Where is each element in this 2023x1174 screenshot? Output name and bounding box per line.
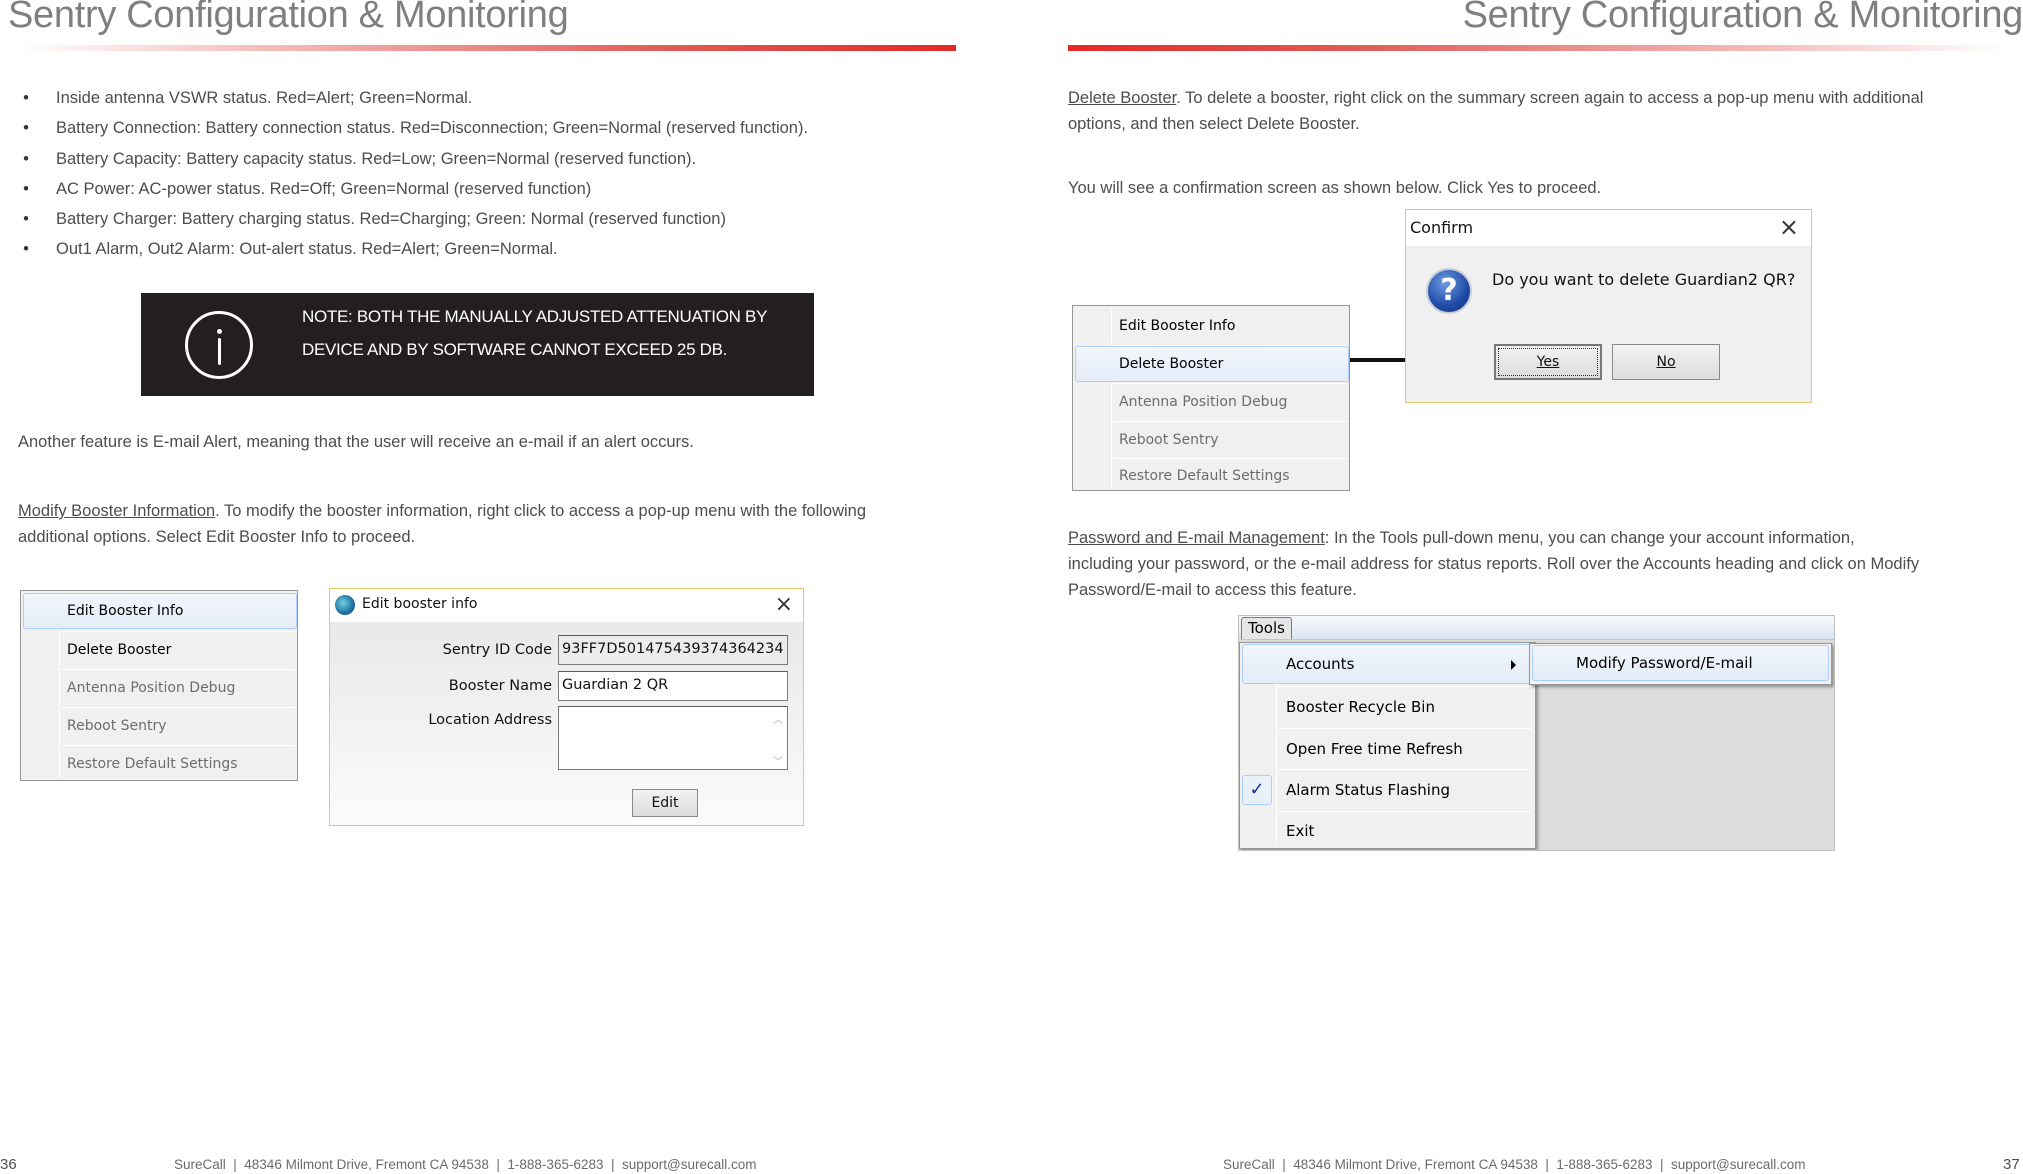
page-number-right: 37: [2003, 1156, 2020, 1173]
status-bullet-list: • Inside antenna VSWR status. Red=Alert; …: [20, 83, 950, 265]
wifi-app-icon: [335, 595, 355, 615]
bullet-dot-icon: •: [23, 89, 29, 107]
tools-menu-button[interactable]: Tools: [1241, 617, 1292, 639]
submenu-arrow-icon: [1511, 660, 1516, 670]
confirm-message: Do you want to delete Guardian2 QR?: [1492, 270, 1796, 289]
confirm-dialog: Confirm × ? Do you want to delete Guardi…: [1405, 209, 1812, 403]
dialog-titlebar: Edit booster info ×: [330, 589, 803, 622]
delete-booster-link[interactable]: Delete Booster: [1068, 89, 1176, 107]
bullet-dot-icon: •: [23, 179, 29, 198]
bullet-dot-icon: •: [23, 119, 29, 138]
edit-button[interactable]: Edit: [632, 789, 698, 817]
menu-item-restore-default-settings[interactable]: Restore Default Settings: [23, 746, 297, 782]
menu-item-edit-booster-info[interactable]: Edit Booster Info: [23, 593, 297, 629]
menu-item-restore-default-settings[interactable]: Restore Default Settings: [1075, 458, 1349, 494]
menu-item-reboot-sentry[interactable]: Reboot Sentry: [1075, 422, 1349, 458]
dialog-title: Confirm: [1410, 218, 1474, 237]
note-box: NOTE: BOTH THE MANUALLY ADJUSTED ATTENUA…: [141, 293, 814, 396]
bullet-dot-icon: •: [23, 149, 29, 168]
menu-item-reboot-sentry[interactable]: Reboot Sentry: [23, 708, 297, 744]
confirmation-paragraph: You will see a confirmation screen as sh…: [1068, 179, 1602, 197]
menu-item-antenna-position-debug[interactable]: Antenna Position Debug: [1075, 384, 1349, 420]
bullet-item: • AC Power: AC-power status. Red=Off; Gre…: [20, 174, 950, 204]
context-menu-right: Edit Booster Info Delete Booster Antenna…: [1072, 305, 1350, 491]
menu-item-modify-password-email[interactable]: Modify Password/E-mail: [1532, 645, 1829, 681]
tools-menu-screenshot: Tools Accounts Booster Recycle Bin Open …: [1238, 615, 1835, 851]
page-title-right: Sentry Configuration & Monitoring: [1462, 0, 2023, 36]
menu-item-booster-recycle-bin[interactable]: Booster Recycle Bin: [1242, 687, 1533, 727]
accounts-submenu: Modify Password/E-mail: [1529, 643, 1832, 685]
bullet-dot-icon: •: [23, 210, 29, 229]
close-icon[interactable]: ×: [1779, 213, 1799, 241]
bullet-item: • Battery Connection: Battery connection …: [20, 113, 950, 143]
location-address-label: Location Address: [428, 712, 552, 728]
bullet-item: • Inside antenna VSWR status. Red=Alert; …: [20, 83, 950, 113]
modify-booster-paragraph: Modify Booster Information. To modify th…: [18, 502, 867, 546]
tools-dropdown: Accounts Booster Recycle Bin Open Free t…: [1239, 642, 1536, 849]
bullet-item: • Out1 Alarm, Out2 Alarm: Out-alert statu…: [20, 234, 950, 264]
location-address-field[interactable]: [558, 706, 788, 770]
booster-name-label: Booster Name: [448, 678, 552, 694]
bullet-item: • Battery Charger: Battery charging statu…: [20, 204, 950, 234]
menu-item-delete-booster[interactable]: Delete Booster: [1075, 346, 1349, 382]
scroll-up-icon[interactable]: ︿: [773, 711, 783, 726]
menu-item-antenna-position-debug[interactable]: Antenna Position Debug: [23, 670, 297, 706]
password-email-paragraph: Password and E-mail Management: In the T…: [1068, 529, 1920, 599]
delete-booster-paragraph: Delete Booster. To delete a booster, rig…: [1068, 89, 1924, 133]
context-menu-left: Edit Booster Info Delete Booster Antenna…: [20, 590, 298, 781]
bullet-dot-icon: •: [23, 240, 29, 259]
yes-button[interactable]: Yes: [1494, 344, 1602, 380]
page-number-left: 36: [0, 1156, 17, 1173]
menu-item-open-free-time-refresh[interactable]: Open Free time Refresh: [1242, 729, 1533, 769]
title-rule-left: [18, 45, 956, 51]
scroll-down-icon[interactable]: ﹀: [773, 753, 783, 768]
info-icon: [185, 311, 253, 379]
edit-booster-dialog: Edit booster info × Sentry ID Code 93FF7…: [329, 588, 804, 826]
modify-booster-link[interactable]: Modify Booster Information: [18, 502, 215, 520]
dialog-titlebar: Confirm ×: [1406, 210, 1811, 246]
footer-left: SureCall | 48346 Milmont Drive, Fremont …: [174, 1157, 757, 1172]
page-title-left: Sentry Configuration & Monitoring: [8, 0, 569, 36]
menu-item-exit[interactable]: Exit: [1242, 811, 1533, 850]
menu-bar: Tools: [1239, 616, 1834, 640]
sentry-id-label: Sentry ID Code: [442, 642, 552, 658]
close-icon[interactable]: ×: [775, 592, 793, 618]
menu-item-delete-booster[interactable]: Delete Booster: [23, 632, 297, 668]
no-button[interactable]: No: [1612, 344, 1720, 380]
menu-item-edit-booster-info[interactable]: Edit Booster Info: [1075, 308, 1349, 344]
password-email-link[interactable]: Password and E-mail Management: [1068, 529, 1325, 547]
footer-right: SureCall | 48346 Milmont Drive, Fremont …: [1223, 1157, 1806, 1172]
sentry-id-field[interactable]: 93FF7D501475439374364234: [558, 635, 788, 665]
email-alert-paragraph: Another feature is E-mail Alert, meaning…: [18, 433, 694, 451]
question-icon: ?: [1426, 268, 1472, 314]
title-rule-right: [1068, 45, 2008, 51]
menu-item-accounts[interactable]: Accounts: [1242, 644, 1533, 684]
note-text: NOTE: BOTH THE MANUALLY ADJUSTED ATTENUA…: [302, 307, 768, 359]
booster-name-field[interactable]: Guardian 2 QR: [558, 671, 788, 701]
bullet-item: • Battery Capacity: Battery capacity stat…: [20, 144, 950, 174]
menu-item-alarm-status-flashing[interactable]: Alarm Status Flashing: [1242, 770, 1533, 810]
dialog-title: Edit booster info: [362, 596, 478, 612]
